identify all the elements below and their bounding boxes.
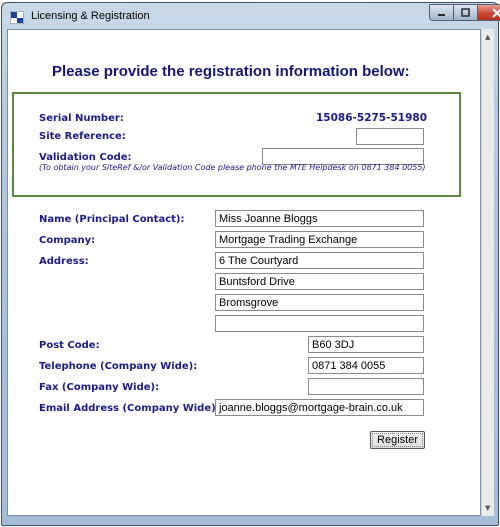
postcode-input[interactable]: B60 3DJ (308, 336, 424, 353)
minimize-button[interactable] (429, 4, 454, 21)
telephone-label: Telephone (Company Wide): (39, 361, 198, 372)
minimize-icon (438, 14, 445, 16)
close-icon (492, 7, 500, 18)
address-line-3-input[interactable]: Bromsgrove (215, 294, 424, 311)
company-input[interactable]: Mortgage Trading Exchange (215, 231, 424, 248)
address-line-1-input[interactable]: 6 The Courtyard (215, 252, 424, 269)
fax-input[interactable] (308, 378, 424, 395)
register-button[interactable]: Register (370, 431, 425, 449)
address-label: Address: (39, 256, 89, 267)
fax-label: Fax (Company Wide): (39, 382, 160, 393)
name-input[interactable]: Miss Joanne Bloggs (215, 210, 424, 227)
company-label: Company: (39, 235, 96, 246)
address-line-4-input[interactable] (215, 315, 424, 332)
page-heading: Please provide the registration informat… (52, 63, 410, 80)
address-line-2-input[interactable]: Buntsford Drive (215, 273, 424, 290)
telephone-input[interactable]: 0871 384 0055 (308, 357, 424, 374)
validation-code-label: Validation Code: (39, 152, 132, 163)
window-title: Licensing & Registration (31, 10, 150, 22)
app-icon (10, 11, 24, 24)
scroll-up-icon[interactable]: ▲ (485, 33, 490, 41)
maximize-button[interactable] (453, 4, 478, 21)
vertical-scrollbar[interactable]: ▲ ▼ (481, 29, 494, 516)
site-reference-input[interactable] (356, 128, 424, 145)
email-input[interactable]: joanne.bloggs@mortgage-brain.co.uk (215, 399, 424, 416)
maximize-icon (461, 8, 470, 17)
name-label: Name (Principal Contact): (39, 214, 185, 225)
site-reference-label: Site Reference: (39, 131, 126, 142)
email-label: Email Address (Company Wide): (39, 403, 220, 414)
helpdesk-note: (To obtain your SiteRef &/or Validation … (39, 163, 426, 172)
serial-number-value: 15086-5275-51980 (316, 112, 427, 124)
serial-number-label: Serial Number: (39, 113, 124, 124)
scroll-down-icon[interactable]: ▼ (485, 504, 490, 512)
postcode-label: Post Code: (39, 340, 100, 351)
close-button[interactable] (477, 4, 500, 21)
title-bar[interactable]: Licensing & Registration (2, 3, 500, 31)
